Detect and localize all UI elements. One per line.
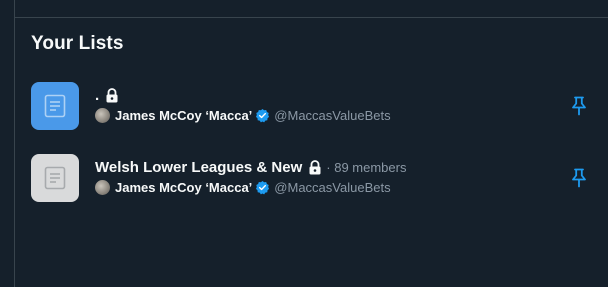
pin-icon — [572, 168, 586, 188]
avatar — [95, 180, 110, 195]
pin-button[interactable] — [567, 94, 591, 118]
owner-handle: @MaccasValueBets — [274, 108, 391, 123]
list-name: Welsh Lower Leagues & New · 89 members — [95, 159, 406, 176]
section-title: Your Lists — [31, 33, 124, 54]
list-document-icon — [44, 94, 66, 118]
member-count: · 89 members — [326, 160, 407, 175]
list-name: . — [95, 87, 119, 104]
list-owner: James McCoy ‘Macca’ @MaccasValueBets — [95, 108, 391, 123]
list-name-text: Welsh Lower Leagues & New — [95, 159, 303, 176]
pin-icon — [572, 96, 586, 116]
owner-name: James McCoy ‘Macca’ — [115, 108, 253, 123]
verified-badge-icon — [255, 108, 270, 123]
top-header-area — [14, 0, 608, 18]
owner-name: James McCoy ‘Macca’ — [115, 180, 253, 195]
list-item[interactable]: Welsh Lower Leagues & New · 89 members J… — [15, 142, 608, 214]
list-owner: James McCoy ‘Macca’ @MaccasValueBets — [95, 180, 391, 195]
avatar — [95, 108, 110, 123]
list-name-text: . — [95, 87, 100, 104]
list-thumbnail — [31, 154, 79, 202]
list-thumbnail — [31, 82, 79, 130]
list-item[interactable]: . James McCoy ‘Macca’ @MaccasValueBets — [15, 70, 608, 142]
pin-button[interactable] — [567, 166, 591, 190]
lock-icon — [308, 160, 322, 175]
list-document-icon — [44, 166, 66, 190]
lock-icon — [105, 88, 119, 103]
verified-badge-icon — [255, 180, 270, 195]
owner-handle: @MaccasValueBets — [274, 180, 391, 195]
